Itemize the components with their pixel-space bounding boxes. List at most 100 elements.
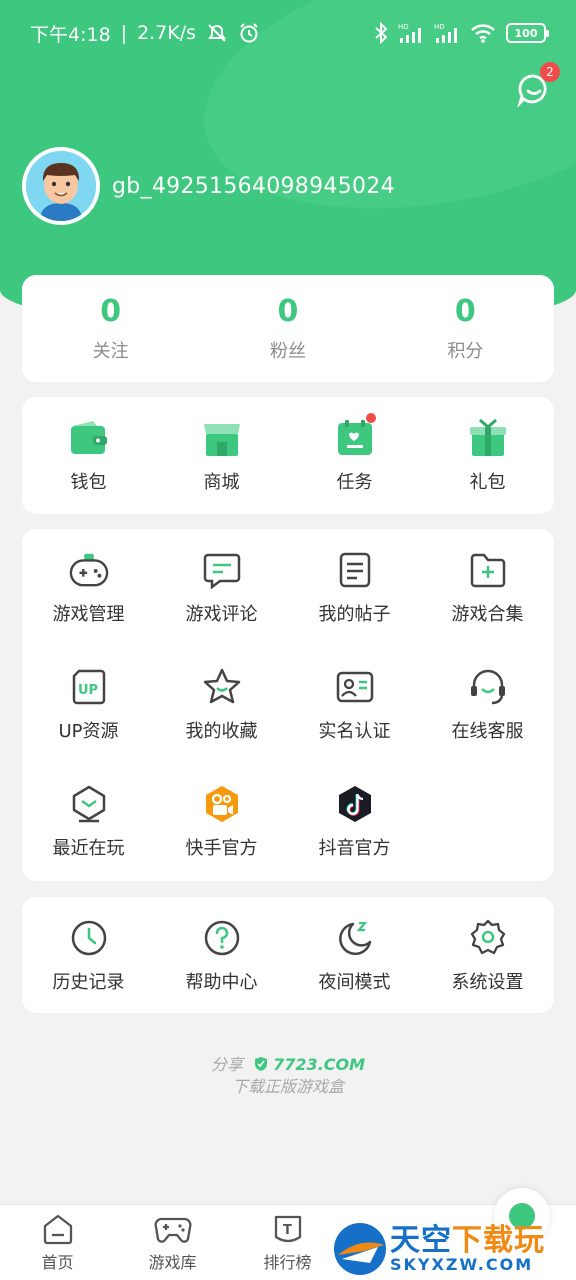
grid-label: 最近在玩 (52, 838, 125, 860)
tools-card: 游戏管理 游戏评论 我的帖子 游戏合集 UP UP资源 我的收藏 实名认证 在线… (22, 529, 554, 881)
gamepad-icon (69, 553, 108, 586)
svg-text:T: T (283, 1223, 292, 1238)
shield-icon (255, 1057, 268, 1071)
controller-icon (154, 1217, 191, 1243)
recent-play-button[interactable]: 最近在玩 (22, 764, 155, 881)
nav-ranking[interactable]: T 排行榜 (230, 1205, 345, 1280)
stat-points[interactable]: 0 积分 (377, 275, 554, 382)
clock-icon (71, 920, 106, 955)
task-icon (337, 419, 372, 455)
night-mode-button[interactable]: 夜间模式 (288, 897, 421, 1014)
moon-icon (338, 921, 371, 955)
gift-button[interactable]: 礼包 (421, 397, 554, 514)
nav-label: 游戏库 (148, 1252, 197, 1272)
idcard-icon (336, 671, 373, 703)
stat-following[interactable]: 0 关注 (22, 275, 199, 382)
stat-fans[interactable]: 0 粉丝 (199, 275, 376, 382)
stat-label: 粉丝 (269, 341, 306, 362)
share-brand: 7723.COM (273, 1055, 366, 1074)
watermark-title-highlight: 下载玩 (452, 1223, 545, 1258)
share-footer[interactable]: 分享 7723.COM 下载正版游戏盒 (0, 1054, 576, 1098)
nav-game-library[interactable]: 游戏库 (115, 1205, 230, 1280)
watermark: 天空下载玩 SKYXZW.COM (330, 1218, 576, 1280)
share-prefix: 分享 (210, 1055, 243, 1074)
game-collection-button[interactable]: 游戏合集 (421, 529, 554, 646)
grid-label: 游戏合集 (451, 603, 524, 625)
message-count-badge: 2 (540, 62, 560, 82)
my-favorites-button[interactable]: 我的收藏 (155, 646, 288, 763)
settings-card: 历史记录 帮助中心 夜间模式 系统设置 (22, 897, 554, 1013)
grid-label: 任务 (336, 471, 373, 493)
kuaishou-button[interactable]: 快手官方 (155, 764, 288, 881)
nav-label: 首页 (41, 1252, 74, 1272)
grid-label: 游戏评论 (185, 603, 258, 625)
signal-icon: HD (398, 23, 421, 43)
recent-icon (72, 785, 105, 823)
gift-icon (469, 418, 506, 456)
alarm-icon (240, 23, 258, 43)
grid-label: 帮助中心 (185, 971, 258, 993)
watermark-logo-icon (334, 1223, 386, 1275)
history-button[interactable]: 历史记录 (22, 897, 155, 1014)
grid-label: 商城 (203, 471, 240, 493)
real-name-button[interactable]: 实名认证 (288, 646, 421, 763)
grid-label: 我的收藏 (185, 720, 258, 742)
stats-card: 0 关注 0 粉丝 0 积分 (22, 275, 554, 382)
grid-label: 钱包 (70, 471, 107, 493)
collection-icon (470, 553, 505, 587)
status-speed: 2.7K/s (137, 22, 197, 44)
grid-label: 快手官方 (185, 838, 258, 860)
wifi-icon (471, 24, 495, 43)
online-service-button[interactable]: 在线客服 (421, 646, 554, 763)
post-icon (339, 552, 370, 587)
star-icon (203, 668, 240, 704)
grid-label: 我的帖子 (318, 603, 391, 625)
douyin-button[interactable]: 抖音官方 (288, 764, 421, 881)
watermark-title: 天空 (390, 1223, 452, 1258)
grid-label: 礼包 (469, 471, 506, 493)
grid-label: 游戏管理 (52, 603, 125, 625)
headset-icon (470, 669, 505, 705)
grid-label: 历史记录 (52, 971, 125, 993)
system-settings-button[interactable]: 系统设置 (421, 897, 554, 1014)
douyin-icon (338, 786, 371, 823)
avatar[interactable] (22, 147, 100, 225)
share-tagline: 下载正版游戏盒 (231, 1077, 344, 1096)
nav-label: 排行榜 (263, 1252, 312, 1272)
bluetooth-icon (375, 22, 388, 44)
stat-value: 0 (454, 294, 476, 329)
svg-text:HD: HD (398, 23, 409, 31)
grid-label: UP资源 (58, 720, 119, 742)
wallet-button[interactable]: 钱包 (22, 397, 155, 514)
help-icon (204, 920, 239, 955)
notification-dot (366, 413, 376, 423)
username[interactable]: gb_49251564098945024 (112, 174, 395, 199)
grid-label: 抖音官方 (318, 838, 391, 860)
avatar-face-icon (26, 151, 96, 221)
home-icon (43, 1214, 72, 1244)
help-center-button[interactable]: 帮助中心 (155, 897, 288, 1014)
task-button[interactable]: 任务 (288, 397, 421, 514)
gear-icon (470, 919, 505, 954)
grid-label: 实名认证 (318, 720, 391, 742)
shop-button[interactable]: 商城 (155, 397, 288, 514)
game-manage-button[interactable]: 游戏管理 (22, 529, 155, 646)
svg-text:HD: HD (434, 23, 445, 31)
profile-header[interactable]: gb_49251564098945024 (22, 147, 395, 225)
wallet-card: 钱包 商城 任务 礼包 (22, 397, 554, 514)
up-icon: UP (72, 669, 105, 705)
up-resource-button[interactable]: UP UP资源 (22, 646, 155, 763)
status-time: 下午4:18 (30, 23, 111, 46)
grid-label: 系统设置 (451, 971, 524, 993)
stat-value: 0 (277, 294, 299, 329)
stat-label: 积分 (447, 341, 484, 362)
shop-icon (203, 423, 240, 456)
kuaishou-icon (205, 786, 238, 823)
nav-home[interactable]: 首页 (0, 1205, 115, 1280)
grid-label: 在线客服 (451, 720, 524, 742)
my-posts-button[interactable]: 我的帖子 (288, 529, 421, 646)
status-bar: 下午4:18 | 2.7K/s HD HD 100 (0, 0, 576, 66)
game-comment-button[interactable]: 游戏评论 (155, 529, 288, 646)
comment-icon (203, 553, 240, 589)
mute-icon (208, 24, 226, 42)
